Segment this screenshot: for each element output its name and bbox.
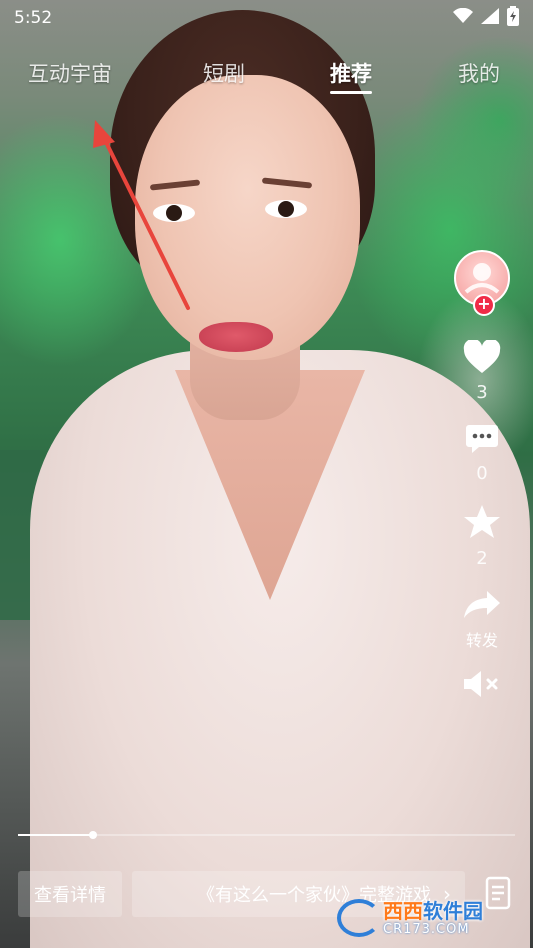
watermark-sub: CR173.COM bbox=[383, 921, 470, 937]
watermark-text: 西西软件园 CR173.COM bbox=[383, 901, 483, 936]
like-count: 3 bbox=[476, 382, 488, 403]
mute-button[interactable] bbox=[462, 669, 502, 703]
favorite-button[interactable]: 2 bbox=[463, 504, 501, 569]
status-bar: 5:52 bbox=[0, 0, 533, 36]
site-watermark: 西西软件园 CR173.COM bbox=[337, 896, 517, 940]
wifi-icon bbox=[453, 7, 473, 28]
watermark-title-b: 软件园 bbox=[423, 898, 483, 923]
share-label: 转发 bbox=[465, 631, 498, 650]
share-button[interactable]: 转发 bbox=[463, 589, 501, 651]
video-progress-bar[interactable] bbox=[18, 831, 515, 839]
comment-icon bbox=[465, 423, 499, 459]
annotation-arrow bbox=[85, 118, 195, 322]
star-icon bbox=[463, 504, 501, 544]
tab-interactive-universe[interactable]: 互动宇宙 bbox=[28, 58, 112, 88]
watermark-logo-icon bbox=[337, 899, 381, 937]
tab-mine[interactable]: 我的 bbox=[458, 58, 500, 88]
top-tabs: 互动宇宙 短剧 推荐 我的 bbox=[0, 58, 533, 100]
speaker-muted-icon bbox=[462, 669, 502, 703]
share-icon bbox=[463, 589, 501, 623]
person-lips bbox=[199, 322, 273, 352]
progress-thumb[interactable] bbox=[88, 831, 97, 839]
tab-recommended[interactable]: 推荐 bbox=[330, 58, 372, 94]
like-button[interactable]: 3 bbox=[463, 338, 501, 403]
progress-fill bbox=[18, 834, 93, 836]
status-time: 5:52 bbox=[14, 8, 53, 28]
heart-icon bbox=[463, 338, 501, 378]
battery-charging-icon bbox=[507, 6, 519, 30]
tab-short-drama[interactable]: 短剧 bbox=[203, 58, 245, 88]
favorite-count: 2 bbox=[476, 548, 488, 569]
comment-button[interactable]: 0 bbox=[465, 423, 499, 484]
person-eye-right bbox=[265, 200, 307, 218]
comment-count: 0 bbox=[476, 463, 488, 484]
follow-plus-icon[interactable]: + bbox=[473, 294, 495, 316]
status-icons bbox=[453, 6, 519, 30]
watermark-title-a: 西西 bbox=[383, 898, 423, 923]
signal-icon bbox=[481, 8, 499, 28]
author-avatar[interactable]: + bbox=[454, 250, 510, 316]
view-details-button[interactable]: 查看详情 bbox=[18, 871, 122, 917]
action-column: + 3 0 2 转发 bbox=[451, 250, 513, 703]
